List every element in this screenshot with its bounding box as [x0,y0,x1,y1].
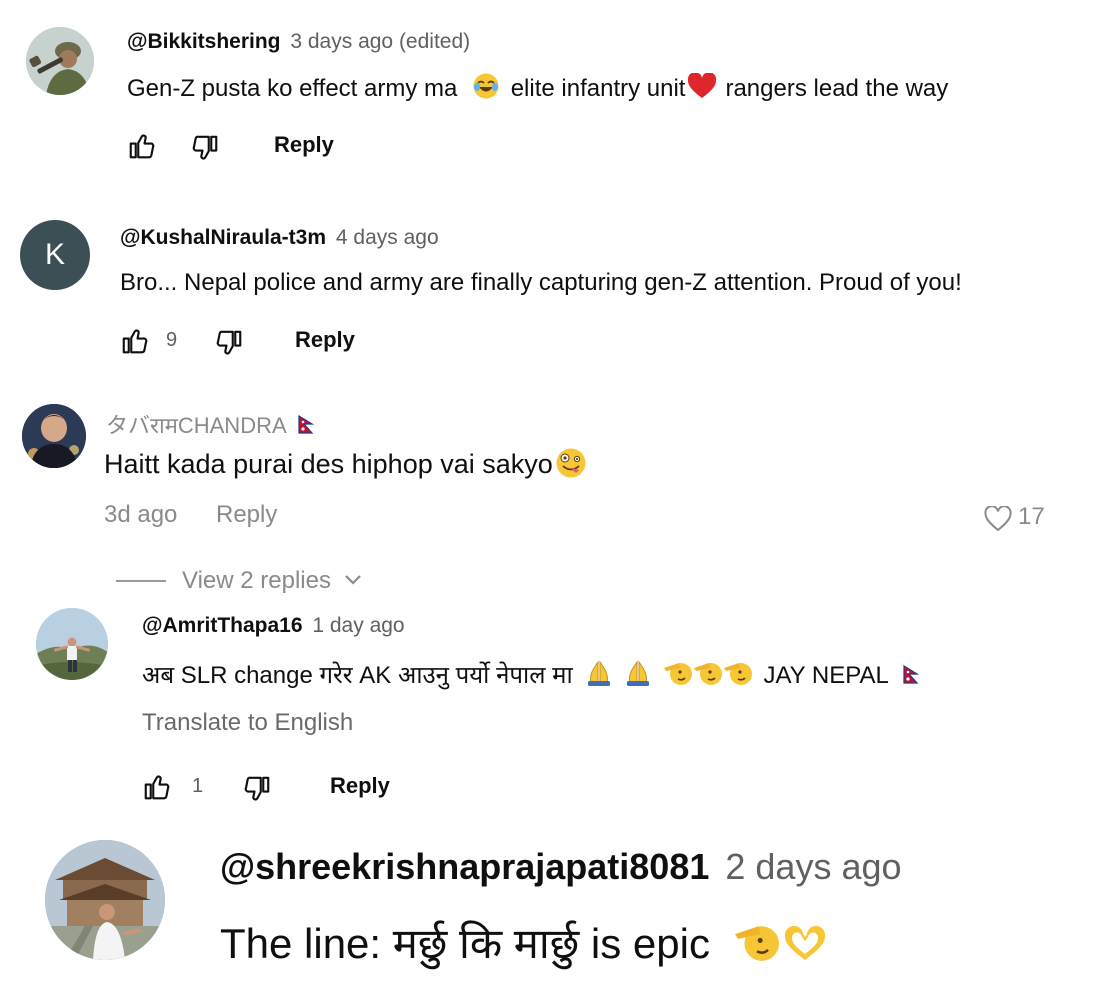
thumbs-down-icon [192,135,218,160]
reply-button[interactable]: Reply [330,773,390,799]
like-button[interactable] [120,326,150,356]
laughing-emoji-icon [472,72,500,100]
thumbs-up-icon [122,329,148,354]
avatar[interactable] [22,404,86,468]
comment-text: Gen-Z pusta ko effect army ma elite infa… [127,72,948,105]
saluting-face-emoji-icon [663,659,693,687]
nepal-flag-icon [903,665,919,685]
avatar-letter: K [44,238,65,271]
avatar[interactable] [45,840,165,960]
thumbs-up-icon [144,775,170,800]
thumbs-down-icon [244,776,270,801]
red-heart-icon [687,73,717,99]
timestamp[interactable]: 3 days ago (edited) [290,30,470,53]
reply-button[interactable]: Reply [274,132,334,158]
dislike-button[interactable] [214,328,244,358]
avatar-temple-man-image [45,840,165,960]
avatar[interactable]: K [20,220,90,290]
heart-hands-emoji-icon [782,924,828,964]
timestamp[interactable]: 3d ago [104,501,177,529]
author-name[interactable]: @AmritThapa16 [142,614,303,637]
heart-outline-icon [984,506,1012,532]
dislike-button[interactable] [242,774,272,804]
avatar-soldier-image [26,27,94,95]
reply-button[interactable]: Reply [295,327,355,353]
like-button[interactable] [127,131,157,161]
view-replies-button[interactable]: View 2 replies [182,567,362,595]
zany-face-emoji-icon [555,447,587,479]
folded-hands-emoji-icon [624,659,652,687]
dislike-button[interactable] [190,133,220,163]
thumbs-up-icon [129,134,155,159]
author-name[interactable]: タバरामCHANDRA [106,413,285,438]
like-count: 17 [1018,503,1045,530]
author-name[interactable]: @shreekrishnaprajapati8081 [220,846,709,887]
saluting-face-emoji-icon [732,920,782,964]
like-button[interactable] [984,506,1012,532]
comment-text: Bro... Nepal police and army are finally… [120,269,962,296]
translate-link[interactable]: Translate to English [142,709,353,737]
like-count: 1 [192,775,204,797]
like-button[interactable] [142,772,172,802]
avatar-man-image [22,404,86,468]
saluting-face-emoji-icon [723,659,753,687]
timestamp[interactable]: 4 days ago [336,226,439,249]
author-name[interactable]: @Bikkitshering [127,30,281,53]
timestamp[interactable]: 1 day ago [312,614,404,637]
saluting-face-emoji-icon [693,659,723,687]
comment-text: Haitt kada purai des hiphop vai sakyo [104,446,587,482]
avatar[interactable] [36,608,108,680]
author-name[interactable]: @KushalNiraula-t3m [120,226,326,249]
like-count: 9 [166,329,178,351]
timestamp[interactable]: 2 days ago [725,846,901,887]
nepal-flag-icon [297,415,314,435]
folded-hands-emoji-icon [585,659,613,687]
view-replies-divider [116,580,166,582]
chevron-down-icon [344,574,362,586]
thumbs-down-icon [216,330,242,355]
reply-button[interactable]: Reply [216,501,277,529]
comment-text: अब SLR change गरेर AK आउनु पर्यो नेपाल म… [142,659,919,692]
avatar-hill-man-image [36,608,108,680]
avatar[interactable] [26,27,94,95]
comment-text: The line: मर्छु कि मार्छु is epic [220,918,828,970]
